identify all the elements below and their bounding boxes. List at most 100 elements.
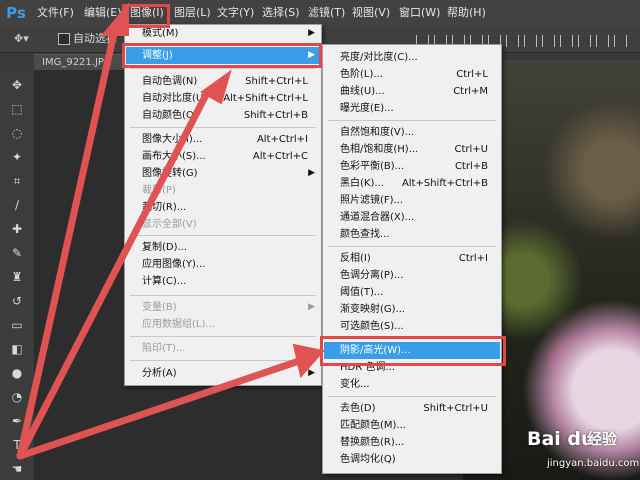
image-menu-item[interactable]: 图像旋转(G) ▶ bbox=[126, 165, 320, 182]
adjust-menu-item-label: 匹配颜色(M)... bbox=[340, 420, 406, 431]
image-menu-item[interactable]: 画布大小(S)... Alt+Ctrl+C bbox=[126, 148, 320, 165]
adjust-menu-item[interactable]: 色彩平衡(B)... Ctrl+B bbox=[324, 158, 500, 175]
crop-tool-icon[interactable]: ⌗ bbox=[8, 172, 26, 190]
adjust-menu-item[interactable]: 去色(D) Shift+Ctrl+U bbox=[324, 400, 500, 417]
watermark-title: 经验 bbox=[587, 430, 618, 448]
adjust-menu-item[interactable]: 可选颜色(S)... bbox=[324, 318, 500, 335]
dodge-tool-icon[interactable]: ◔ bbox=[8, 388, 26, 406]
adjust-menu-item[interactable]: 色相/饱和度(H)... Ctrl+U bbox=[324, 141, 500, 158]
move-tool-icon[interactable]: ✥▾ bbox=[14, 31, 29, 47]
menu-separator bbox=[130, 127, 316, 128]
image-menu-item: 变量(B) ▶ bbox=[126, 299, 320, 316]
adjust-menu-item-shortcut: Ctrl+M bbox=[453, 86, 488, 97]
menu-help[interactable]: 帮助(H) bbox=[447, 0, 486, 26]
adjust-menu-item[interactable]: 照片滤镜(F)... bbox=[324, 192, 500, 209]
adjust-menu-item-label: 通道混合器(X)... bbox=[340, 212, 415, 223]
brush-tool-icon[interactable]: ✎ bbox=[8, 244, 26, 262]
blur-tool-icon[interactable]: ● bbox=[8, 364, 26, 382]
adjust-menu-item[interactable]: 曝光度(E)... bbox=[324, 100, 500, 117]
adjust-menu-item-label: 曝光度(E)... bbox=[340, 103, 394, 114]
image-menu-item-shortcut: Alt+Ctrl+I bbox=[256, 134, 308, 145]
adjust-menu-item-shortcut: Ctrl+I bbox=[458, 253, 488, 264]
magic-wand-icon[interactable]: ✦ bbox=[8, 148, 26, 166]
adjust-menu-item[interactable]: 匹配颜色(M)... bbox=[324, 417, 500, 434]
baidu-logo-icon: Bai du bbox=[527, 428, 595, 450]
menu-separator bbox=[130, 336, 316, 337]
adjust-menu-item[interactable]: 黑白(K)... Alt+Shift+Ctrl+B bbox=[324, 175, 500, 192]
adjust-menu-item-label: 去色(D) bbox=[340, 403, 376, 414]
image-menu-item[interactable]: 分析(A) ▶ bbox=[126, 365, 320, 382]
adjust-menu-item[interactable]: 通道混合器(X)... bbox=[324, 209, 500, 226]
stamp-tool-icon[interactable]: ♜ bbox=[8, 268, 26, 286]
adjust-menu-item-label: 替换颜色(R)... bbox=[340, 437, 405, 448]
image-menu-item[interactable]: 计算(C)... bbox=[126, 273, 320, 290]
menu-edit[interactable]: 编辑(E) bbox=[84, 0, 122, 26]
auto-select-checkbox[interactable] bbox=[58, 33, 70, 45]
adjust-menu-item-label: 色阶(L)... bbox=[340, 69, 383, 80]
image-menu-item-label: 计算(C)... bbox=[142, 276, 187, 287]
adjust-menu-item-label: 色调均化(Q) bbox=[340, 454, 396, 465]
history-brush-icon[interactable]: ↺ bbox=[8, 292, 26, 310]
adjust-menu-item-shortcut: Ctrl+B bbox=[454, 161, 488, 172]
adjust-menu-item[interactable]: 色调均化(Q) bbox=[324, 451, 500, 468]
adjust-submenu: 亮度/对比度(C)... 色阶(L)... Ctrl+L 曲线(U)... Ctrl+M… bbox=[322, 44, 502, 474]
image-menu-item[interactable]: 裁切(R)... bbox=[126, 199, 320, 216]
pen-tool-icon[interactable]: ✒ bbox=[8, 412, 26, 430]
adjust-menu-item-label: 自然饱和度(V)... bbox=[340, 127, 415, 138]
image-menu-item-label: 应用数据组(L)... bbox=[142, 319, 215, 330]
adjust-menu-item[interactable]: 渐变映射(G)... bbox=[324, 301, 500, 318]
menu-layer[interactable]: 图层(L) bbox=[174, 0, 211, 26]
adjust-menu-item[interactable]: 变化... bbox=[324, 376, 500, 393]
menu-window[interactable]: 窗口(W) bbox=[399, 0, 440, 26]
adjust-menu-item[interactable]: 曲线(U)... Ctrl+M bbox=[324, 83, 500, 100]
healing-brush-icon[interactable]: ✚ bbox=[8, 220, 26, 238]
menu-view[interactable]: 视图(V) bbox=[352, 0, 390, 26]
submenu-arrow-icon: ▶ bbox=[308, 168, 315, 178]
adjust-menu-item[interactable]: 自然饱和度(V)... bbox=[324, 124, 500, 141]
image-menu-item[interactable]: 自动颜色(O) Shift+Ctrl+B bbox=[126, 107, 320, 124]
menu-separator bbox=[130, 360, 316, 361]
image-menu-item: 裁剪(P) bbox=[126, 182, 320, 199]
eraser-tool-icon[interactable]: ▭ bbox=[8, 316, 26, 334]
adjust-menu-item-shortcut: Ctrl+U bbox=[454, 144, 489, 155]
adjust-menu-item-label: 变化... bbox=[340, 379, 370, 390]
image-menu-item: 应用数据组(L)... bbox=[126, 316, 320, 333]
type-tool-icon[interactable]: T bbox=[8, 436, 26, 454]
adjust-menu-item[interactable]: 反相(I) Ctrl+I bbox=[324, 250, 500, 267]
image-menu-item-label: 复制(D)... bbox=[142, 242, 188, 253]
adjust-menu-item-shortcut: Shift+Ctrl+U bbox=[423, 403, 488, 414]
watermark-url: jingyan.baidu.com bbox=[547, 458, 640, 469]
adjust-menu-item[interactable]: 色阶(L)... Ctrl+L bbox=[324, 66, 500, 83]
gradient-tool-icon[interactable]: ◧ bbox=[8, 340, 26, 358]
lasso-tool-icon[interactable]: ◌ bbox=[8, 124, 26, 142]
baidu-watermark: Bai du 经验 jingyan.baidu.com bbox=[527, 424, 640, 474]
adjust-menu-item-label: 色彩平衡(B)... bbox=[340, 161, 405, 172]
image-menu-item-label: 分析(A) bbox=[142, 368, 177, 379]
image-menu-item-label: 变量(B) bbox=[142, 302, 177, 313]
menu-type[interactable]: 文字(Y) bbox=[217, 0, 254, 26]
highlight-adjust-item bbox=[122, 43, 322, 68]
hand-tool-icon[interactable]: ☚ bbox=[8, 460, 26, 478]
image-menu-item[interactable]: 自动色调(N) Shift+Ctrl+L bbox=[126, 73, 320, 90]
menu-separator bbox=[130, 295, 316, 296]
image-menu-item-label: 自动颜色(O) bbox=[142, 110, 198, 121]
image-menu-item[interactable]: 自动对比度(U) Alt+Shift+Ctrl+L bbox=[126, 90, 320, 107]
menu-file[interactable]: 文件(F) bbox=[37, 0, 74, 26]
menu-separator bbox=[328, 246, 496, 247]
marquee-tool-icon[interactable]: ⬚ bbox=[8, 100, 26, 118]
menu-select[interactable]: 选择(S) bbox=[262, 0, 300, 26]
adjust-menu-item-label: 黑白(K)... bbox=[340, 178, 384, 189]
adjust-menu-item[interactable]: 颜色查找... bbox=[324, 226, 500, 243]
adjust-menu-item[interactable]: 色调分离(P)... bbox=[324, 267, 500, 284]
menu-filter[interactable]: 滤镜(T) bbox=[308, 0, 345, 26]
image-menu-item[interactable]: 图像大小(I)... Alt+Ctrl+I bbox=[126, 131, 320, 148]
adjust-menu-item[interactable]: 亮度/对比度(C)... bbox=[324, 49, 500, 66]
move-tool-icon[interactable]: ✥ bbox=[8, 76, 26, 94]
adjust-menu-item[interactable]: 替换颜色(R)... bbox=[324, 434, 500, 451]
menu-bar: Ps 文件(F) 编辑(E) 图像(I) 图层(L) 文字(Y) 选择(S) 滤… bbox=[0, 0, 640, 27]
adjust-menu-item-label: 渐变映射(G)... bbox=[340, 304, 406, 315]
image-menu-item[interactable]: 复制(D)... bbox=[126, 239, 320, 256]
adjust-menu-item[interactable]: 阈值(T)... bbox=[324, 284, 500, 301]
image-menu-item[interactable]: 应用图像(Y)... bbox=[126, 256, 320, 273]
eyedropper-icon[interactable]: ∕ bbox=[8, 196, 26, 214]
